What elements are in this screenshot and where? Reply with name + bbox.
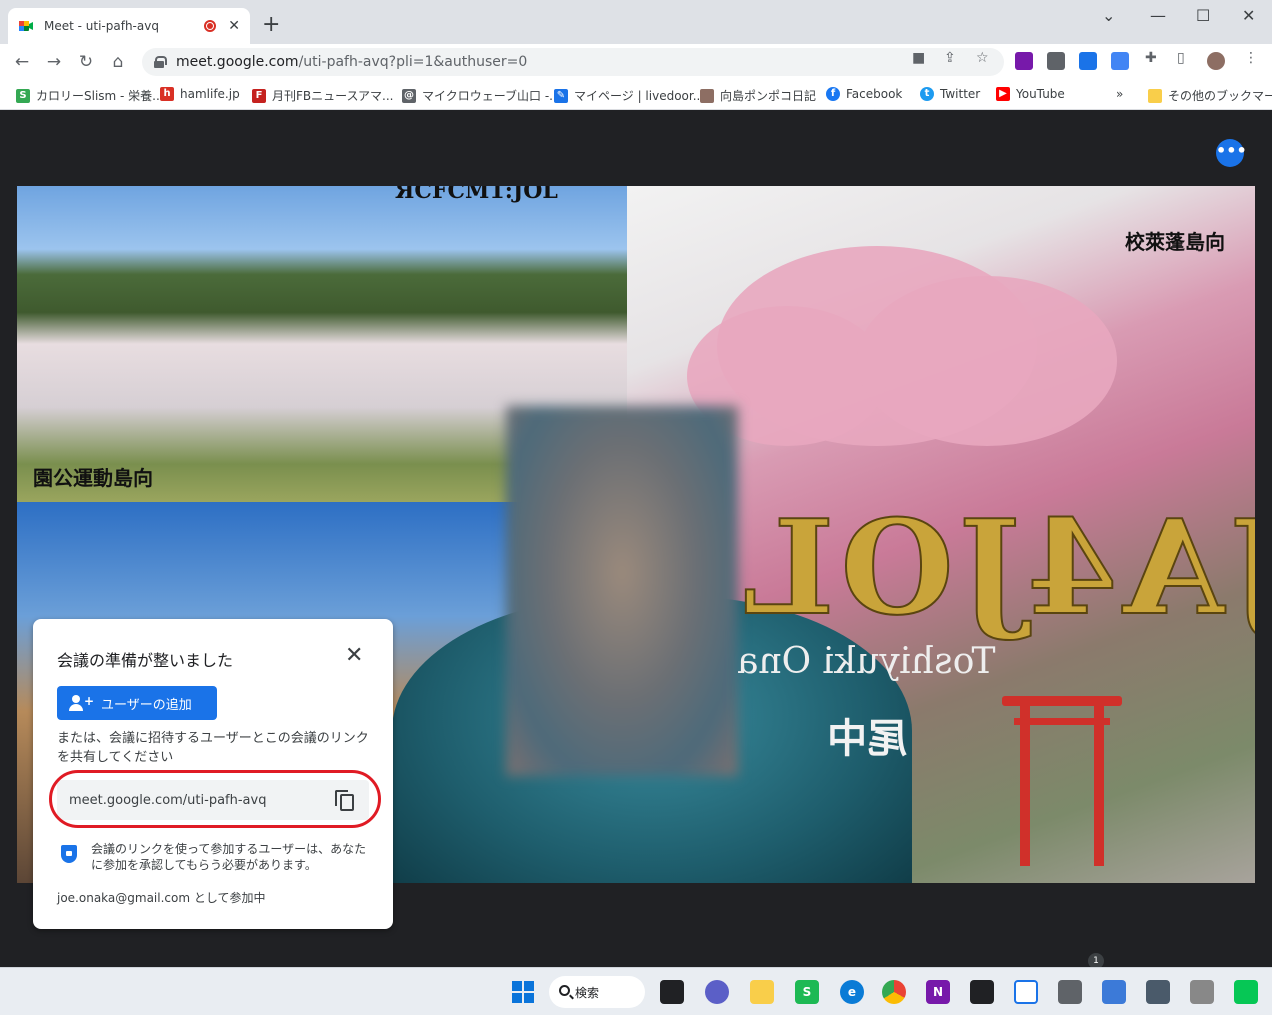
video-overlay-text: 尾中 <box>827 715 907 762</box>
microwave-icon: @ <box>402 88 416 103</box>
tab-search-chevron-icon[interactable]: ⌄ <box>1102 6 1115 25</box>
bookmark-item[interactable]: S カロリーSlism - 栄養... <box>16 87 164 104</box>
side-panel-icon[interactable]: ▯ <box>1177 50 1185 66</box>
url-text: meet.google.com/uti-pafh-avq?pli=1&authu… <box>176 54 528 70</box>
bookmark-item[interactable]: ✎ マイページ | livedoor... <box>554 87 704 104</box>
app-tower-icon[interactable] <box>1102 980 1126 1004</box>
fb-news-icon: F <box>252 88 266 103</box>
bookmark-item[interactable]: t Twitter <box>920 87 980 101</box>
search-icon <box>559 985 570 996</box>
video-overlay-text: 園公運動島向 <box>33 466 153 490</box>
more-options-button[interactable]: ••• <box>1216 139 1247 167</box>
back-icon[interactable]: ← <box>10 50 34 74</box>
red-highlight-annotation <box>49 770 381 828</box>
facebook-icon: f <box>826 87 840 101</box>
video-overlay-text: JA4JOL <box>736 490 1255 645</box>
taskbar-search[interactable]: 検索 <box>549 976 645 1008</box>
menu-kebab-icon[interactable]: ⋮ <box>1244 50 1258 66</box>
hamlife-icon: h <box>160 87 174 101</box>
browser-toolbar: ← → ↻ ⌂ meet.google.com/uti-pafh-avq?pli… <box>0 44 1272 80</box>
home-icon[interactable]: ⌂ <box>106 50 130 74</box>
video-overlay-text: ЯCFCM1:JOL <box>395 186 558 204</box>
share-icon[interactable]: ⇪ <box>944 50 956 66</box>
edge-icon[interactable]: e <box>840 980 864 1004</box>
twitter-icon: t <box>920 87 934 101</box>
slism-icon: S <box>16 88 30 103</box>
close-icon[interactable]: ✕ <box>345 645 363 667</box>
file-explorer-icon[interactable] <box>750 980 774 1004</box>
bookmark-item[interactable]: f Facebook <box>826 87 902 101</box>
teams-chat-icon[interactable] <box>705 980 729 1004</box>
add-user-button[interactable]: + ユーザーの追加 <box>57 686 217 720</box>
sticky-notes-icon[interactable] <box>970 980 994 1004</box>
onenote-icon[interactable]: N <box>926 980 950 1004</box>
bookmark-star-icon[interactable]: ☆ <box>976 50 989 66</box>
extensions-puzzle-icon[interactable]: ✚ <box>1145 50 1157 66</box>
minimize-icon[interactable]: — <box>1150 6 1166 25</box>
calculator-icon[interactable] <box>1058 980 1082 1004</box>
bookmark-item[interactable]: F 月刊FBニュース <box>252 87 359 104</box>
tab-title: Meet - uti-pafh-avq <box>44 19 159 33</box>
maximize-icon[interactable]: ☐ <box>1196 6 1210 25</box>
torii-gate <box>1002 696 1122 866</box>
bookmark-item[interactable]: h hamlife.jp <box>160 87 240 101</box>
recording-icon <box>204 20 217 32</box>
livedoor-icon: ✎ <box>554 88 568 103</box>
snipping-tool-icon[interactable] <box>1014 980 1038 1004</box>
forward-icon[interactable]: → <box>42 50 66 74</box>
lock-icon[interactable] <box>154 56 167 68</box>
tab-strip: Meet - uti-pafh-avq ✕ + ⌄ — ☐ ✕ <box>0 0 1272 44</box>
task-view-icon[interactable] <box>660 980 684 1004</box>
bookmark-item[interactable]: アマ... <box>358 87 393 104</box>
bookmark-item[interactable]: ▶ YouTube <box>996 87 1065 101</box>
other-bookmarks-folder[interactable]: その他のブックマーク <box>1148 87 1272 104</box>
address-bar[interactable]: meet.google.com/uti-pafh-avq?pli=1&authu… <box>142 48 1004 76</box>
bookmark-item[interactable]: @ マイクロウェーブ山口 -... <box>402 87 561 104</box>
windows-taskbar: 検索 S e N <box>0 967 1272 1015</box>
bookmark-item[interactable]: 向島ポンポコ日記 <box>700 87 816 104</box>
windows-start-icon[interactable] <box>511 980 535 1004</box>
blog-avatar-icon <box>700 88 714 103</box>
shield-lock-icon <box>61 845 77 863</box>
dialog-title: 会議の準備が整いました <box>57 651 234 670</box>
dialog-note: 会議のリンクを使って参加するユーザーは、あなたに参加を承認してもらう必要がありま… <box>91 842 367 872</box>
app-person-icon[interactable] <box>1190 980 1214 1004</box>
reload-icon[interactable]: ↻ <box>74 50 98 74</box>
chrome-icon[interactable] <box>882 980 906 1004</box>
folder-icon <box>1148 88 1162 103</box>
app-s-icon[interactable]: S <box>795 980 819 1004</box>
line-icon[interactable] <box>1234 980 1258 1004</box>
meet-favicon-icon <box>18 18 34 34</box>
extension-icon[interactable] <box>1047 52 1065 70</box>
window-close-icon[interactable]: ✕ <box>1242 6 1255 25</box>
onenote-extension-icon[interactable] <box>1015 52 1033 70</box>
account-info: joe.onaka@gmail.com として参加中 <box>57 891 266 905</box>
youtube-icon: ▶ <box>996 87 1010 101</box>
camera-icon[interactable]: ■ <box>912 50 925 66</box>
tab-meet[interactable]: Meet - uti-pafh-avq ✕ <box>8 8 250 44</box>
dialog-description: または、会議に招待するユーザーとこの会議のリンクを共有してください <box>57 731 369 765</box>
translate-extension-icon[interactable] <box>1111 52 1129 70</box>
extension-icon[interactable] <box>1079 52 1097 70</box>
app-window-icon[interactable] <box>1146 980 1170 1004</box>
tab-close-icon[interactable]: ✕ <box>228 18 240 34</box>
bookmarks-overflow-button[interactable]: » <box>1116 87 1123 101</box>
bookmarks-bar: S カロリーSlism - 栄養... h hamlife.jp F 月刊FBニ… <box>0 80 1272 110</box>
meeting-ready-dialog: 会議の準備が整いました ✕ + ユーザーの追加 または、会議に招待するユーザーと… <box>33 619 393 929</box>
video-overlay-text: 校萊蓬島向 <box>1125 230 1225 254</box>
profile-avatar[interactable] <box>1207 52 1225 70</box>
participant-face-blurred <box>506 406 738 776</box>
new-tab-button[interactable]: + <box>262 12 280 37</box>
person-add-icon: + <box>69 695 94 711</box>
video-overlay-text: Toshiyuki Ona <box>737 641 996 682</box>
